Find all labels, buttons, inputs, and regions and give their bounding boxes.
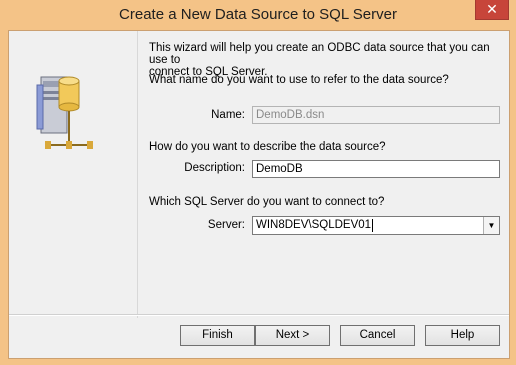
dialog-window: Create a New Data Source to SQL Server ✕ <box>0 0 516 365</box>
next-button[interactable]: Next > <box>255 325 330 346</box>
description-field[interactable]: DemoDB <box>252 160 500 178</box>
server-question: Which SQL Server do you want to connect … <box>149 196 385 208</box>
name-label: Name: <box>211 109 245 121</box>
title-bar[interactable]: Create a New Data Source to SQL Server ✕ <box>0 0 516 29</box>
intro-line-1: This wizard will help you create an ODBC… <box>149 42 490 66</box>
close-icon: ✕ <box>486 1 498 17</box>
chevron-down-icon: ▼ <box>487 221 496 230</box>
window-title: Create a New Data Source to SQL Server <box>119 6 397 23</box>
button-separator <box>9 314 509 316</box>
server-combobox-value: WIN8DEV\SQLDEV01 <box>256 219 374 232</box>
close-button[interactable]: ✕ <box>475 0 509 20</box>
finish-button[interactable]: Finish <box>180 325 255 346</box>
description-question: How do you want to describe the data sou… <box>149 141 386 153</box>
dialog-client-area: This wizard will help you create an ODBC… <box>8 30 510 359</box>
help-button[interactable]: Help <box>425 325 500 346</box>
server-label: Server: <box>207 219 245 231</box>
cancel-button[interactable]: Cancel <box>340 325 415 346</box>
wizard-graphic-panel <box>9 31 138 318</box>
description-label: Description: <box>184 162 245 174</box>
name-question: What name do you want to use to refer to… <box>149 74 449 86</box>
server-dropdown-button[interactable]: ▼ <box>483 217 499 234</box>
intro-text: This wizard will help you create an ODBC… <box>149 42 504 78</box>
database-server-network-icon <box>36 76 93 149</box>
name-field[interactable]: DemoDB.dsn <box>252 106 500 124</box>
server-combobox[interactable]: WIN8DEV\SQLDEV01 ▼ <box>252 216 500 235</box>
